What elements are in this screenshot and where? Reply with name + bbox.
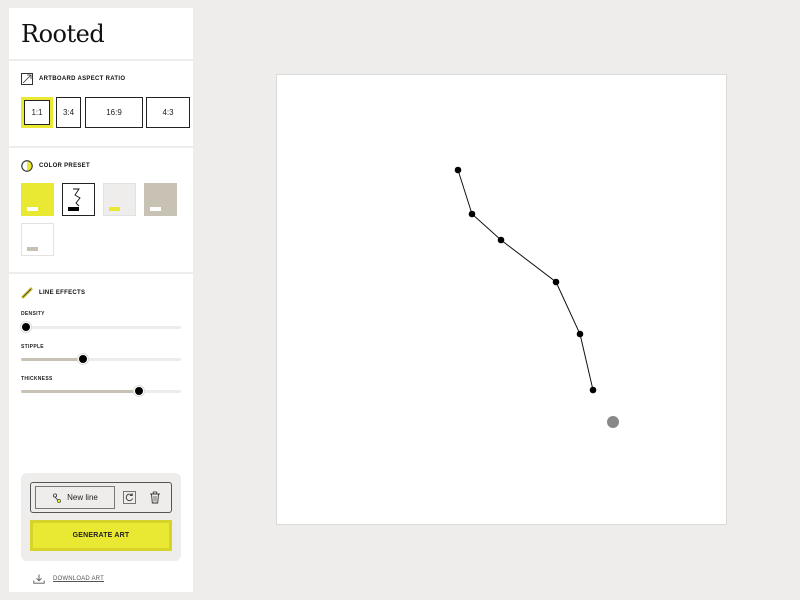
color-preset-yellow[interactable] [21,183,54,216]
download-art-link[interactable]: DOWNLOAD ART [33,574,104,584]
ratio-1-1-button[interactable]: 1:1 [21,97,53,128]
line-node[interactable] [576,330,584,338]
generate-art-button[interactable]: GENERATE ART [30,520,172,551]
pencil-icon [21,287,33,299]
color-preset-light-gray[interactable] [103,183,136,216]
slider-thumb[interactable] [78,354,89,364]
density-label: DENSITY [21,311,45,317]
slider-track [21,326,181,329]
ratio-4-3-button[interactable]: 4:3 [146,97,190,128]
aspect-section-header: ARTBOARD ASPECT RATIO [21,72,125,86]
divider [9,146,193,148]
density-slider[interactable] [20,321,181,333]
artboard-drawing[interactable] [277,75,728,526]
effects-section-header: LINE EFFECTS [21,286,85,300]
cursor-indicator [607,416,619,428]
color-preset-taupe[interactable] [144,183,177,216]
new-line-label: New line [67,493,98,502]
color-section-label: COLOR PRESET [39,163,90,169]
aspect-ratio-icon [21,73,33,85]
ratio-16-9-button[interactable]: 16:9 [85,97,143,128]
download-icon [33,574,45,584]
color-preset-icon [21,160,33,172]
sidebar: Rooted ARTBOARD ASPECT RATIO 1:1 3:4 16:… [9,8,193,592]
color-chip [27,247,38,251]
drawn-line [457,169,594,391]
thickness-label: THICKNESS [21,376,53,382]
refresh-icon[interactable] [121,489,137,505]
slider-thumb[interactable] [20,322,31,332]
app-title: Rooted [21,20,105,48]
divider [9,272,193,274]
slider-fill [21,358,84,361]
line-node[interactable] [589,386,597,394]
divider [9,59,193,61]
thickness-slider[interactable] [21,385,181,397]
tools-panel: New line GENERATE ART [21,473,181,561]
stipple-label: STIPPLE [21,344,44,350]
color-chip [109,207,120,211]
line-node[interactable] [497,236,505,244]
slider-thumb[interactable] [134,386,145,396]
effects-section-label: LINE EFFECTS [39,290,86,296]
line-node[interactable] [454,166,462,174]
trash-icon[interactable] [147,489,163,505]
stipple-slider[interactable] [21,353,181,365]
color-chip [27,207,38,211]
new-line-button[interactable]: New line [35,486,115,509]
download-art-label: DOWNLOAD ART [53,576,104,582]
squiggle-icon [73,188,81,207]
color-preset-white-black[interactable] [62,183,95,216]
color-chip [150,207,161,211]
slider-fill [21,390,140,393]
line-node[interactable] [552,278,560,286]
artboard-canvas[interactable] [276,74,727,525]
line-tools-row: New line [30,482,172,513]
color-preset-white-gray[interactable] [21,223,54,256]
line-node[interactable] [468,210,476,218]
color-section-header: COLOR PRESET [21,159,90,173]
ratio-1-1-label: 1:1 [24,100,50,125]
aspect-section-label: ARTBOARD ASPECT RATIO [39,76,126,82]
new-line-icon [53,492,62,503]
ratio-3-4-button[interactable]: 3:4 [56,97,81,128]
